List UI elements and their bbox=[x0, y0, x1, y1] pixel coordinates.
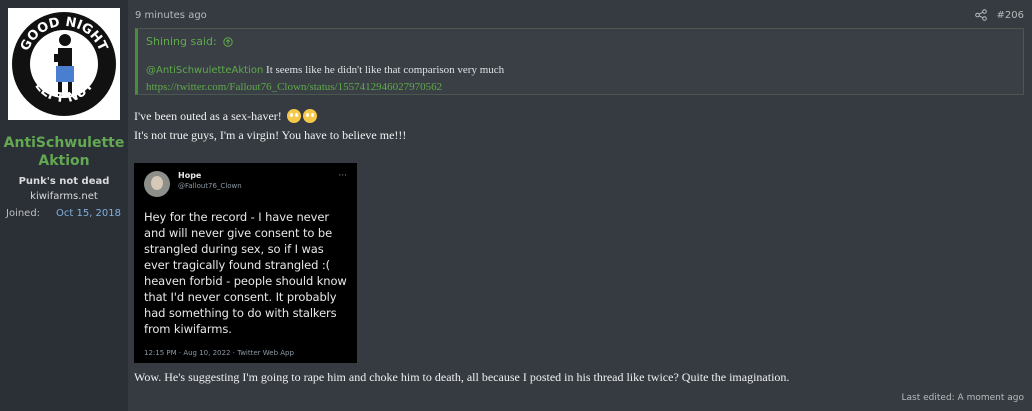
post-main: 9 minutes ago #206 Shining said: @AntiSc… bbox=[128, 0, 1032, 411]
post-line-1-text: I've been outed as a sex-haver! bbox=[134, 109, 282, 123]
tweet-names: Hope @Fallout76_Clown bbox=[178, 171, 338, 190]
quote-text: It seems like he didn't like that compar… bbox=[263, 64, 505, 76]
user-site: kiwifarms.net bbox=[30, 191, 98, 202]
tweet-avatar bbox=[144, 171, 170, 197]
joined-row: Joined: Oct 15, 2018 bbox=[0, 208, 128, 219]
tweet-text: Hey for the record - I have never and wi… bbox=[144, 210, 347, 336]
scream-emoji-icon bbox=[286, 109, 301, 123]
tweet-name: Hope bbox=[178, 171, 202, 180]
post-timestamp[interactable]: 9 minutes ago bbox=[135, 10, 207, 21]
avatar[interactable]: GOOD NIGHT LEFT NUT bbox=[8, 8, 120, 120]
scream-emoji-icon bbox=[302, 109, 317, 123]
post-line-2: It's not true guys, I'm a virgin! You ha… bbox=[134, 128, 407, 142]
last-edited: Last edited: A moment ago bbox=[901, 393, 1024, 403]
post-closing: Wow. He's suggesting I'm going to rape h… bbox=[134, 370, 790, 384]
share-icon[interactable] bbox=[974, 9, 987, 21]
user-title: Punk's not dead bbox=[18, 176, 110, 187]
tweet-image[interactable]: Hope @Fallout76_Clown ··· Hey for the re… bbox=[134, 163, 357, 363]
joined-date: Oct 15, 2018 bbox=[56, 208, 121, 219]
tweet-header: Hope @Fallout76_Clown ··· bbox=[144, 171, 347, 197]
post: GOOD NIGHT LEFT NUT AntiSchwulette Aktion… bbox=[0, 0, 1032, 411]
tweet-handle: @Fallout76_Clown bbox=[178, 182, 242, 190]
username[interactable]: AntiSchwulette Aktion bbox=[0, 134, 128, 170]
tweet-meta: 12:15 PM · Aug 10, 2022 · Twitter Web Ap… bbox=[144, 349, 294, 357]
avatar-image: GOOD NIGHTLEFT NUT bbox=[12, 12, 116, 116]
more-icon: ··· bbox=[338, 171, 347, 181]
quote-block: Shining said: @AntiSchwuletteAktion It s… bbox=[135, 28, 1024, 95]
quote-text-line: @AntiSchwuletteAktion It seems like he d… bbox=[146, 62, 1015, 79]
quote-link[interactable]: https://twitter.com/Fallout76_Clown/stat… bbox=[146, 79, 1015, 95]
post-line-1: I've been outed as a sex-haver! bbox=[134, 108, 317, 124]
joined-label: Joined: bbox=[6, 208, 41, 219]
post-header-actions: #206 bbox=[974, 9, 1024, 21]
post-header: 9 minutes ago #206 bbox=[135, 6, 1024, 24]
quote-header[interactable]: Shining said: bbox=[146, 35, 1015, 48]
quote-mention[interactable]: @AntiSchwuletteAktion bbox=[146, 65, 263, 76]
quote-author[interactable]: Shining said: bbox=[146, 35, 217, 48]
arrow-up-circle-icon[interactable] bbox=[223, 36, 233, 47]
post-number[interactable]: #206 bbox=[997, 10, 1024, 21]
user-sidebar: GOOD NIGHT LEFT NUT AntiSchwulette Aktion… bbox=[0, 0, 128, 411]
